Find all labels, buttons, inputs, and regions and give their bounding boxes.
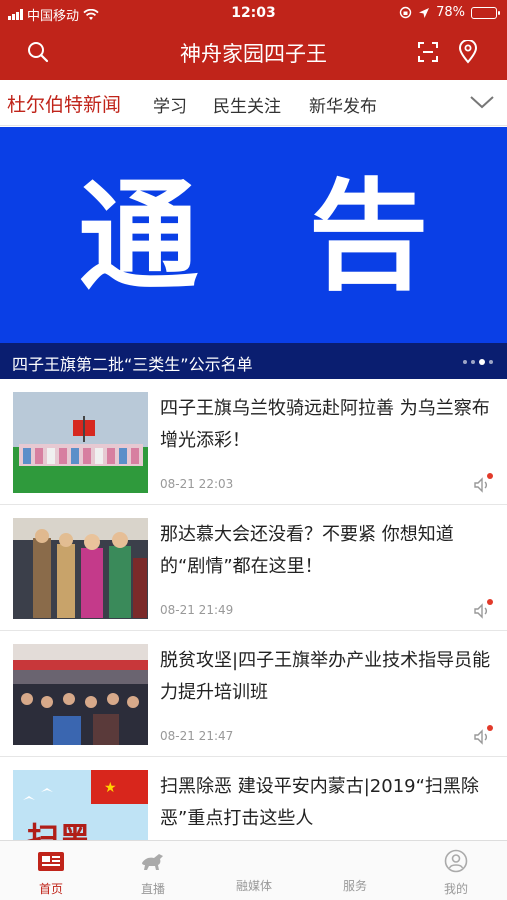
news-date: 08-21 21:47: [160, 729, 234, 743]
news-item[interactable]: 脱贫攻坚|四子王旗举办产业技术指导员能力提升培训班 08-21 21:47: [0, 631, 507, 757]
speaker-icon[interactable]: [473, 603, 493, 619]
news-list: 四子王旗乌兰牧骑远赴阿拉善 为乌兰察布增光添彩！ 08-21 22:03 那达慕…: [0, 379, 507, 883]
location-arrow-icon: [419, 7, 430, 18]
nav-service-label: 服务: [342, 879, 367, 893]
carousel-indicator: [463, 359, 493, 365]
bottom-nav: 首页 直播 融媒体 服务 我的: [0, 840, 507, 900]
banner-big-char-left: 通: [78, 168, 199, 307]
nav-home-label: 首页: [38, 882, 63, 896]
rotation-lock-icon: [399, 6, 412, 19]
banner-caption-bar: 四子王旗第二批“三类生”公示名单: [0, 343, 507, 379]
location-pin-icon: [458, 40, 478, 64]
app-root: 中国移动 12:03 78% 神舟家园四子王 杜尔伯特新闻 学习 民生关注 新华…: [0, 0, 507, 900]
news-date: 08-21 21:49: [160, 603, 234, 617]
news-title: 四子王旗乌兰牧骑远赴阿拉善 为乌兰察布增光添彩！: [160, 398, 490, 451]
scan-icon: [418, 42, 438, 62]
news-thumbnail: [13, 644, 148, 745]
banner-graphic: 通 告: [0, 163, 507, 313]
svg-text:★: ★: [104, 780, 117, 796]
news-title: 那达慕大会还没看？不要紧 你想知道的“剧情”都在这里！: [160, 524, 454, 577]
user-icon: [444, 849, 468, 873]
news-title: 脱贫攻坚|四子王旗举办产业技术指导员能力提升培训班: [160, 650, 491, 703]
unread-dot: [487, 473, 493, 479]
unread-dot: [487, 725, 493, 731]
nav-live-label: 直播: [140, 882, 165, 896]
speaker-icon[interactable]: [473, 477, 493, 493]
banner-carousel[interactable]: 通 告 四子王旗第二批“三类生”公示名单: [0, 127, 507, 379]
news-item[interactable]: 四子王旗乌兰牧骑远赴阿拉善 为乌兰察布增光添彩！ 08-21 22:03: [0, 379, 507, 505]
tab-durbet-news[interactable]: 杜尔伯特新闻: [7, 90, 121, 117]
nav-live[interactable]: 直播: [113, 849, 193, 897]
tab-livelihood[interactable]: 民生关注: [213, 92, 281, 117]
location-button[interactable]: [454, 38, 482, 66]
nav-service[interactable]: 服务: [315, 849, 395, 894]
news-title: 扫黑除恶 建设平安内蒙古|2019“扫黑除恶”重点打击这些人: [160, 776, 479, 829]
status-bar: 中国移动 12:03 78%: [0, 0, 507, 26]
battery-percent: 78%: [436, 5, 465, 20]
chevron-down-icon[interactable]: [469, 91, 495, 113]
banner-caption: 四子王旗第二批“三类生”公示名单: [12, 355, 253, 374]
service-icon: [341, 849, 369, 873]
news-thumbnail: [13, 392, 148, 493]
banner-big-char-right: 告: [308, 168, 429, 307]
home-news-icon: [38, 852, 64, 871]
news-item[interactable]: 那达慕大会还没看？不要紧 你想知道的“剧情”都在这里！ 08-21 21:49: [0, 505, 507, 631]
nav-media[interactable]: 融媒体: [214, 849, 294, 894]
category-tabs: 杜尔伯特新闻 学习 民生关注 新华发布: [0, 80, 507, 126]
speaker-icon[interactable]: [473, 729, 493, 745]
nav-home[interactable]: 首页: [11, 849, 91, 897]
status-right: 78%: [399, 5, 500, 20]
battery-icon: [471, 6, 500, 19]
media-icon: [240, 849, 268, 873]
nav-mine-label: 我的: [443, 882, 468, 896]
news-thumbnail: [13, 518, 148, 619]
tab-study[interactable]: 学习: [153, 92, 187, 117]
tab-xinhua[interactable]: 新华发布: [309, 92, 377, 117]
news-date: 08-21 22:03: [160, 477, 234, 491]
horse-icon: [142, 854, 163, 870]
title-bar: 神舟家园四子王: [0, 30, 507, 74]
header: 中国移动 12:03 78% 神舟家园四子王: [0, 0, 507, 80]
unread-dot: [487, 599, 493, 605]
scan-button[interactable]: [414, 38, 442, 66]
nav-media-label: 融媒体: [235, 879, 272, 893]
nav-mine[interactable]: 我的: [416, 849, 496, 897]
